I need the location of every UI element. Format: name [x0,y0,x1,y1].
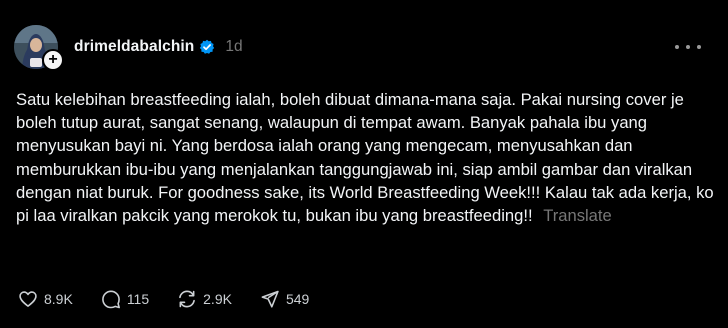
repost-arrows-icon [179,290,196,308]
share-count: 549 [285,291,310,307]
action-bar: 8.9K 115 2.9K 549 [18,288,337,310]
share-button[interactable]: 549 [260,289,309,309]
like-count: 8.9K [44,291,73,307]
repost-button[interactable]: 2.9K [177,289,232,309]
more-options-icon[interactable] [675,38,701,56]
avatar-container[interactable]: + [14,25,64,71]
reply-count: 115 [126,291,150,307]
heart-icon [19,291,37,307]
like-button[interactable]: 8.9K [18,289,73,309]
verified-badge-icon [199,39,215,55]
more-dot [686,45,690,49]
more-dot [675,45,679,49]
post-timestamp[interactable]: 1d [225,38,242,56]
post-body: Satu kelebihan breastfeeding ialah, bole… [16,88,716,227]
post-text: Satu kelebihan breastfeeding ialah, bole… [16,90,714,226]
more-dot [697,45,701,49]
translate-link[interactable]: Translate [543,206,612,225]
post-header: drimeldabalchin 1d [74,37,243,57]
follow-plus-icon[interactable]: + [42,49,64,71]
thread-post: + drimeldabalchin 1d Satu kelebihan brea… [0,0,728,328]
username-link[interactable]: drimeldabalchin [74,38,194,56]
repost-count: 2.9K [203,291,232,307]
send-icon [261,290,279,308]
reply-button[interactable]: 115 [101,289,149,309]
comment-bubble-icon [101,290,120,309]
